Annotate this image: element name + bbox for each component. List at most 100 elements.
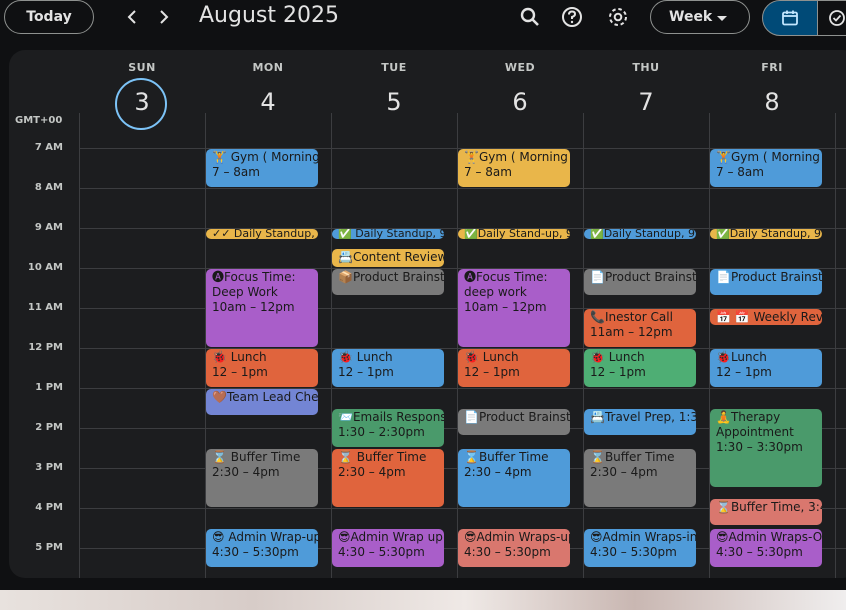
day-column-divider (331, 113, 332, 578)
chevron-left-icon[interactable] (120, 4, 144, 30)
calendar-event[interactable]: ✅ Daily Standup, 9a (332, 229, 444, 239)
calendar-event[interactable]: 🧘Therapy Appointment 1:30 – 3:30pm (710, 409, 822, 487)
event-title: 🐞 Lunch (590, 350, 645, 364)
event-time: 7 – 8am (464, 165, 512, 179)
hour-label: 5 PM (35, 542, 63, 553)
event-title: 🐞 Lunch (464, 350, 519, 364)
hour-label: 7 AM (34, 142, 63, 153)
calendar-view-toggle[interactable] (762, 0, 818, 36)
event-time: 12 – 1pm (590, 365, 646, 379)
calendar-event[interactable]: ⌛ Buffer Time 2:30 – 4pm (332, 449, 444, 507)
day-of-week-label: FRI (761, 61, 783, 74)
calendar-icon (782, 10, 798, 26)
event-title: ⌛Buffer Time (590, 450, 675, 464)
event-title: 🏋 Gym ( Morning (212, 150, 318, 164)
calendar-event[interactable]: 😎Admin Wrap up 4:30 – 5:30pm (332, 529, 444, 567)
calendar-event[interactable]: 📄Product Brainsto (710, 269, 822, 295)
day-header-fri[interactable]: FRI 8 (709, 50, 835, 130)
event-time: 12 – 1pm (464, 365, 520, 379)
calendar-event[interactable]: ✅Daily Standup, 9a (584, 229, 696, 239)
top-toolbar: Today August 2025 Week (0, 0, 846, 36)
event-time: 10am – 12pm (212, 300, 295, 314)
help-icon[interactable] (559, 4, 585, 30)
day-of-week-label: TUE (381, 61, 407, 74)
event-time: 7 – 8am (212, 165, 260, 179)
settings-icon[interactable] (605, 4, 631, 30)
calendar-event[interactable]: ⌛Buffer Time 2:30 – 4pm (458, 449, 570, 507)
event-title: 😎Admin Wraps-in (590, 530, 696, 544)
event-title: 📄Product Brainsto (716, 270, 822, 284)
event-time: 1:30 – 2:30pm (338, 425, 425, 439)
calendar-event[interactable]: 😎Admin Wraps-in 4:30 – 5:30pm (584, 529, 696, 567)
search-icon[interactable] (517, 4, 543, 30)
tasks-view-toggle[interactable] (818, 0, 846, 36)
calendar-event[interactable]: 📄Product Brainsto (584, 269, 696, 295)
calendar-event[interactable]: ⌛Buffer Time 2:30 – 4pm (584, 449, 696, 507)
event-time: 4:30 – 5:30pm (212, 545, 299, 559)
event-title: 📅 📅 Weekly Revie (716, 310, 822, 324)
calendar-event[interactable]: ✓✓ Daily Standup, 9a (206, 229, 318, 239)
calendar-event[interactable]: 📇Travel Prep, 1:30 (584, 409, 696, 435)
hour-label: 8 AM (34, 182, 63, 193)
day-number[interactable]: 8 (709, 88, 835, 116)
day-header-wed[interactable]: WED 6 (457, 50, 583, 130)
today-button[interactable]: Today (4, 0, 94, 34)
calendar-event[interactable]: 🏋Gym ( Morning w7 – 8am (458, 149, 570, 187)
calendar-event[interactable]: 🏋Gym ( Morning W7 – 8am (710, 149, 822, 187)
day-header-tue[interactable]: TUE 5 (331, 50, 457, 130)
event-title: 📇Content Review (338, 250, 444, 264)
calendar-event[interactable]: 🤎Team Lead Chec (206, 389, 318, 415)
calendar-event[interactable]: 📄Product Brainsto (458, 409, 570, 435)
day-number[interactable]: 3 (79, 88, 205, 116)
calendar-event[interactable]: 🅐Focus Time: deep work 10am – 12pm (458, 269, 570, 347)
calendar-event[interactable]: 🐞 Lunch 12 – 1pm (458, 349, 570, 387)
calendar-event[interactable]: ⌛ Buffer Time 2:30 – 4pm (206, 449, 318, 507)
day-header-mon[interactable]: MON 4 (205, 50, 331, 130)
calendar-event[interactable]: ✅Daily Standup, 9a (710, 229, 822, 239)
calendar-event[interactable]: 🐞 Lunch 12 – 1pm (206, 349, 318, 387)
calendar-event[interactable]: 📅 📅 Weekly Revie (710, 309, 822, 325)
calendar-event[interactable]: 😎 Admin Wrap-up 4:30 – 5:30pm (206, 529, 318, 567)
calendar-event[interactable]: 😎Admin Wraps-up 4:30 – 5:30pm (458, 529, 570, 567)
event-title: ✅Daily Standup, 9a (590, 229, 696, 239)
day-header-thu[interactable]: THU 7 (583, 50, 709, 130)
calendar-event[interactable]: 📦Product Brainsto (332, 269, 444, 295)
hour-label: 9 AM (34, 222, 63, 233)
day-number[interactable]: 5 (331, 88, 457, 116)
calendar-event[interactable]: ⌛Buffer Time, 3:45 (710, 499, 822, 525)
day-number[interactable]: 4 (205, 88, 331, 116)
day-header-sun[interactable]: SUN 3 (79, 50, 205, 130)
calendar-event[interactable]: 📨Emails Respons 1:30 – 2:30pm (332, 409, 444, 447)
chevron-right-icon[interactable] (152, 4, 176, 30)
day-number[interactable]: 6 (457, 88, 583, 116)
view-select[interactable]: Week (650, 0, 750, 34)
calendar-event[interactable]: 🏋 Gym ( Morning 7 – 8am (206, 149, 318, 187)
hour-label: 2 PM (35, 422, 63, 433)
event-title: 📨Emails Respons (338, 410, 444, 424)
calendar-event[interactable]: ✅Daily Stand-up, 9a (458, 229, 570, 239)
hour-label: 1 PM (35, 382, 63, 393)
calendar-event[interactable]: 😎Admin Wraps-O 4:30 – 5:30pm (710, 529, 822, 567)
day-column-divider (835, 113, 836, 578)
event-title: 🐞 Lunch (212, 350, 267, 364)
event-title: ✅ Daily Standup, 9a (338, 229, 444, 239)
calendar-event[interactable]: 📞Inestor Call 11am – 12pm (584, 309, 696, 347)
desktop-background (0, 590, 846, 610)
event-title: 📦Product Brainsto (338, 270, 444, 284)
event-time: 4:30 – 5:30pm (338, 545, 425, 559)
event-time: 2:30 – 4pm (338, 465, 406, 479)
hour-label: 10 AM (27, 262, 63, 273)
calendar-event[interactable]: 📇Content Review (332, 249, 444, 267)
event-title: 📞Inestor Call (590, 310, 673, 324)
event-time: 10am – 12pm (464, 300, 547, 314)
event-title: 🅐Focus Time: (464, 270, 548, 284)
tasks-icon (829, 10, 845, 26)
event-time: 11am – 12pm (590, 325, 673, 339)
calendar-event[interactable]: 🐞 Lunch 12 – 1pm (332, 349, 444, 387)
week-grid-panel: GMT+00 SUN 3 MON 4 TUE 5 WED 6 THU 7 FRI 8 7 AM 8 AM… (9, 50, 846, 578)
timezone-label: GMT+00 (15, 115, 63, 126)
calendar-event[interactable]: 🐞Lunch 12 – 1pm (710, 349, 822, 387)
calendar-event[interactable]: 🐞 Lunch 12 – 1pm (584, 349, 696, 387)
calendar-event[interactable]: 🅐Focus Time: Deep Work 10am – 12pm (206, 269, 318, 347)
day-number[interactable]: 7 (583, 88, 709, 116)
